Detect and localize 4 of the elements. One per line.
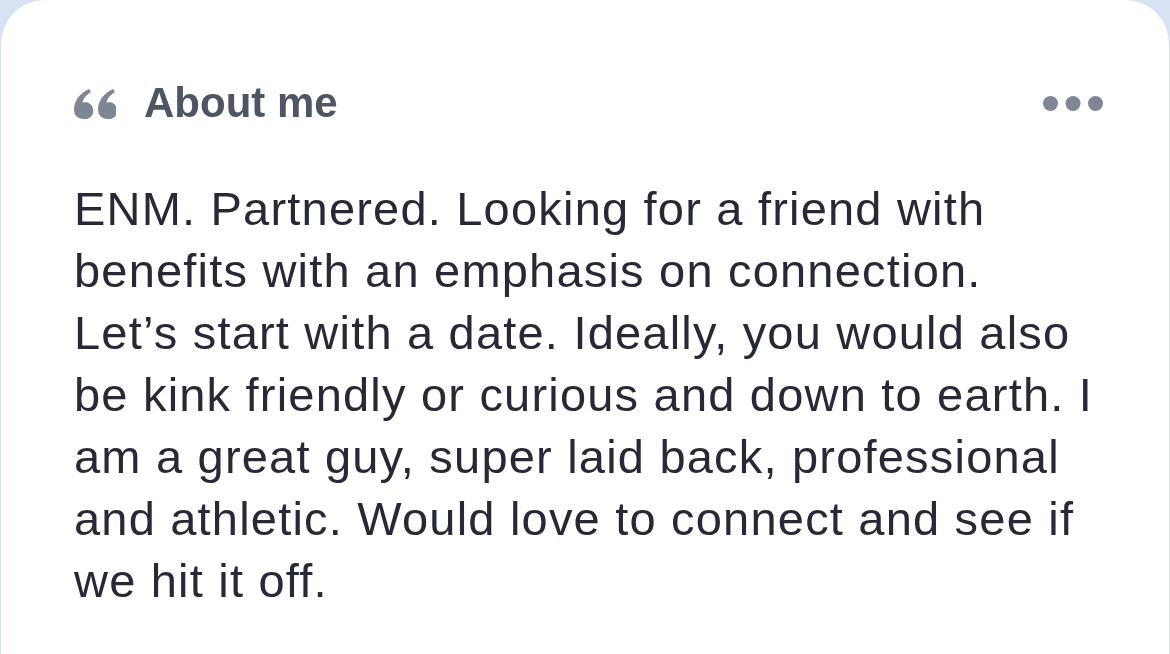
more-options-icon[interactable] <box>1043 95 1103 111</box>
quote-icon <box>74 89 116 119</box>
about-text: ENM. Partnered. Looking for a friend with benefits with an emphasis on connection. Let’s start with a date. Ideally, you would also be kink friendly or curious and down to earth. I am a great guy, super laid back, professional and athletic. Would love to connect and see if we hit it off. <box>74 181 1094 609</box>
section-title: About me <box>144 81 338 125</box>
